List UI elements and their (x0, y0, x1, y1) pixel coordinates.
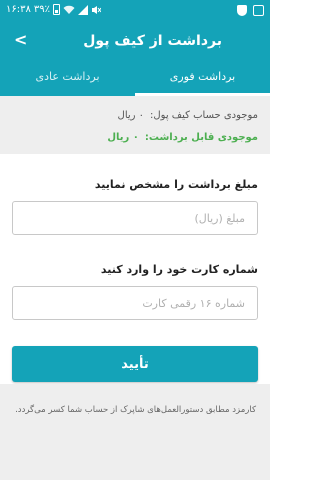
page-title: برداشت از کیف پول (83, 33, 222, 49)
signal-icon (77, 4, 88, 15)
fee-note-text: کارمزد مطابق دستورالعمل‌های شاپرک از حسا… (15, 405, 256, 415)
shield-icon (237, 5, 247, 16)
withdrawable-balance-row: موجودی قابل برداشت: ۰ ریال (107, 132, 258, 143)
wallet-balance-label: موجودی حساب کیف پول: (150, 110, 258, 121)
withdrawable-balance-label: موجودی قابل برداشت: (144, 132, 258, 143)
image-icon (253, 5, 264, 16)
status-right (237, 5, 264, 16)
card-label: شماره کارت خود را وارد کنید (100, 263, 258, 276)
amount-label: مبلغ برداشت را مشخص نمایید (94, 178, 258, 191)
tab-instant-withdrawal[interactable]: برداشت فوری (135, 62, 270, 96)
amount-field[interactable] (12, 201, 258, 235)
chevron-icon[interactable]: < (14, 30, 27, 49)
withdrawable-balance-value: ۰ ریال (107, 132, 139, 143)
status-left: ۱۶:۳۸ ۳۹٪ (6, 4, 101, 15)
mute-icon (91, 5, 101, 14)
wifi-icon (63, 5, 75, 14)
tab-bar: برداشت فوری برداشت عادی (0, 62, 270, 96)
wallet-balance-value: ۰ ریال (117, 110, 145, 121)
card-number-input[interactable] (13, 287, 257, 319)
battery-percent: ۳۹٪ (33, 4, 50, 15)
amount-input[interactable] (13, 202, 257, 234)
wallet-balance-row: موجودی حساب کیف پول: ۰ ریال (118, 110, 258, 121)
status-bar: ۱۶:۳۸ ۳۹٪ (0, 0, 270, 22)
battery-icon (52, 4, 60, 15)
fee-note: کارمزد مطابق دستورالعمل‌های شاپرک از حسا… (0, 384, 270, 480)
submit-button[interactable]: تأیید (12, 346, 258, 382)
app-bar: < برداشت از کیف پول (0, 22, 270, 62)
balance-panel: موجودی حساب کیف پول: ۰ ریال موجودی قابل … (0, 96, 270, 154)
clock: ۱۶:۳۸ (6, 4, 31, 15)
tab-normal-withdrawal[interactable]: برداشت عادی (0, 62, 135, 96)
card-field[interactable] (12, 286, 258, 320)
